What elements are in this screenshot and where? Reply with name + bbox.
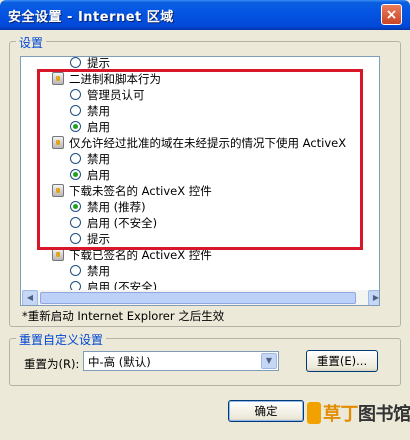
horizontal-scrollbar[interactable]: ◀ ▶ bbox=[22, 290, 379, 305]
chevron-down-icon[interactable]: ▼ bbox=[261, 353, 277, 369]
reset-to-label: 重置为(R): bbox=[24, 357, 80, 371]
scroll-right-button[interactable]: ▶ bbox=[368, 290, 379, 305]
radio-button[interactable] bbox=[70, 265, 81, 276]
title-bar: 安全设置 - Internet 区域 × bbox=[0, 0, 410, 30]
watermark-text: 草丁图书馆 bbox=[323, 404, 410, 425]
radio-button[interactable] bbox=[70, 57, 81, 68]
settings-group-label: 设置 bbox=[16, 34, 47, 51]
window-title: 安全设置 - Internet 区域 bbox=[8, 10, 174, 25]
horizontal-scroll-thumb[interactable] bbox=[40, 292, 356, 304]
reset-button[interactable]: 重置(E)... bbox=[306, 350, 378, 372]
close-button[interactable]: × bbox=[381, 4, 402, 25]
reset-level-select[interactable]: 中-高 (默认) ▼ bbox=[83, 351, 279, 371]
book-icon bbox=[307, 402, 321, 424]
highlight-box bbox=[37, 69, 363, 250]
option-label: 禁用 bbox=[87, 264, 110, 278]
restart-note: *重新启动 Internet Explorer 之后生效 bbox=[22, 309, 225, 323]
watermark-logo: 草丁图书馆 bbox=[307, 396, 410, 432]
reset-group-label: 重置自定义设置 bbox=[16, 331, 107, 348]
scroll-left-button[interactable]: ◀ bbox=[22, 290, 38, 305]
ok-button[interactable]: 确定 bbox=[228, 400, 304, 422]
reset-level-value: 中-高 (默认) bbox=[88, 355, 151, 369]
